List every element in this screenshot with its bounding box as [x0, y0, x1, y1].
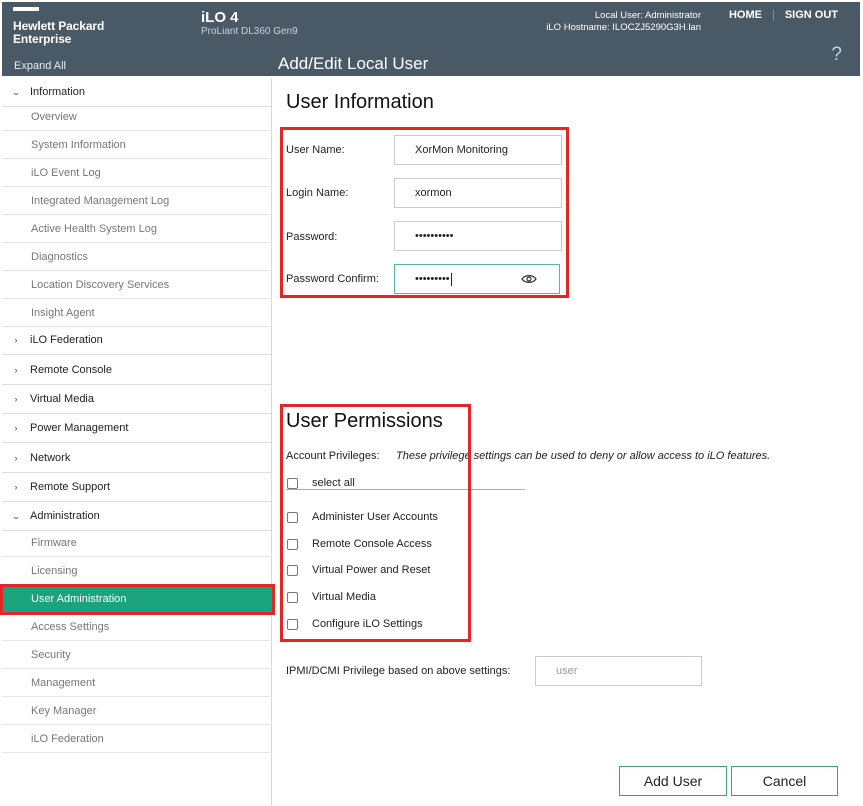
server-model: ProLiant DL360 Gen9	[201, 26, 298, 37]
password-confirm-label: Password Confirm:	[286, 273, 379, 285]
chevron-right-icon: ›	[14, 335, 18, 345]
expand-all-link[interactable]: Expand All	[14, 60, 66, 72]
nav-group-ilo-federation[interactable]: › iLO Federation	[2, 326, 272, 355]
cancel-button[interactable]: Cancel	[731, 766, 838, 796]
add-user-button[interactable]: Add User	[619, 766, 727, 796]
nav-item-insight-agent[interactable]: Insight Agent	[2, 299, 272, 327]
nav-item-ilo-federation-admin[interactable]: iLO Federation	[2, 725, 272, 753]
hpe-logo: Hewlett Packard Enterprise	[13, 19, 105, 46]
account-privileges-description: These privilege settings can be used to …	[396, 450, 771, 462]
chevron-right-icon: ›	[14, 453, 18, 463]
account-privileges-label: Account Privileges:	[286, 450, 380, 462]
checkbox[interactable]	[287, 511, 298, 523]
user-name-input[interactable]: XorMon Monitoring	[394, 135, 562, 165]
checkbox[interactable]	[287, 564, 298, 576]
perm-administer-user-accounts[interactable]: Administer User Accounts	[287, 511, 438, 523]
nav-item-firmware[interactable]: Firmware	[2, 529, 272, 557]
ipmi-privilege-field: user	[535, 656, 702, 686]
chevron-right-icon: ›	[14, 365, 18, 375]
chevron-down-icon: ⌄	[12, 86, 20, 97]
chevron-down-icon: ⌄	[12, 510, 20, 521]
perm-virtual-power-and-reset[interactable]: Virtual Power and Reset	[287, 564, 430, 576]
nav-group-power-management[interactable]: › Power Management	[2, 414, 272, 443]
session-info: Local User: Administrator iLO Hostname: …	[546, 10, 701, 34]
product-name: iLO 4	[201, 9, 239, 26]
login-name-input[interactable]: xormon	[394, 178, 562, 208]
ipmi-privilege-label: IPMI/DCMI Privilege based on above setti…	[286, 665, 511, 677]
select-all-checkbox-row[interactable]: select all	[287, 477, 355, 489]
eye-icon[interactable]	[521, 273, 537, 285]
nav-item-access-settings[interactable]: Access Settings	[2, 613, 272, 641]
select-all-divider	[286, 489, 525, 490]
user-name-label: User Name:	[286, 144, 345, 156]
password-label: Password:	[286, 231, 338, 243]
nav-group-administration[interactable]: ⌄ Administration	[2, 502, 272, 531]
perm-remote-console-access[interactable]: Remote Console Access	[287, 538, 432, 550]
highlight-user-permissions	[280, 404, 471, 642]
checkbox[interactable]	[287, 538, 298, 550]
help-icon[interactable]: ?	[831, 44, 842, 66]
perm-virtual-media[interactable]: Virtual Media	[287, 591, 376, 603]
nav-item-location-discovery-services[interactable]: Location Discovery Services	[2, 271, 272, 299]
nav-item-key-manager[interactable]: Key Manager	[2, 697, 272, 725]
nav-item-licensing[interactable]: Licensing	[2, 557, 272, 585]
nav-group-remote-support[interactable]: › Remote Support	[2, 473, 272, 502]
header: Hewlett Packard Enterprise iLO 4 ProLian…	[2, 2, 860, 76]
chevron-right-icon: ›	[14, 423, 18, 433]
page-title: Add/Edit Local User	[278, 54, 429, 73]
nav-group-virtual-media[interactable]: › Virtual Media	[2, 385, 272, 414]
nav-item-ilo-event-log[interactable]: iLO Event Log	[2, 159, 272, 187]
nav-group-remote-console[interactable]: › Remote Console	[2, 356, 272, 385]
sidebar: ⌄ Information Overview System Informatio…	[2, 78, 272, 806]
perm-configure-ilo-settings[interactable]: Configure iLO Settings	[287, 618, 423, 630]
nav-item-diagnostics[interactable]: Diagnostics	[2, 243, 272, 271]
checkbox[interactable]	[287, 591, 298, 603]
nav-item-security[interactable]: Security	[2, 641, 272, 669]
login-name-label: Login Name:	[286, 187, 349, 199]
home-link[interactable]: HOME	[729, 9, 762, 21]
nav-item-active-health-system-log[interactable]: Active Health System Log	[2, 215, 272, 243]
local-user: Local User: Administrator	[594, 10, 701, 21]
nav-separator: |	[771, 9, 775, 21]
nav-group-network[interactable]: › Network	[2, 444, 272, 473]
hpe-logo-mark	[13, 7, 39, 11]
chevron-right-icon: ›	[14, 482, 18, 492]
checkbox[interactable]	[287, 618, 298, 630]
sign-out-link[interactable]: SIGN OUT	[785, 9, 838, 21]
nav-item-system-information[interactable]: System Information	[2, 131, 272, 159]
hostname: iLO Hostname: ILOCZJ5290G3H.lan	[546, 22, 701, 33]
user-information-title: User Information	[286, 91, 434, 113]
nav-item-overview[interactable]: Overview	[2, 103, 272, 131]
nav-item-management[interactable]: Management	[2, 669, 272, 697]
nav-item-integrated-management-log[interactable]: Integrated Management Log	[2, 187, 272, 215]
password-input[interactable]: ••••••••••	[394, 221, 562, 251]
top-nav: HOME | SIGN OUT	[729, 9, 838, 21]
user-permissions-title: User Permissions	[286, 410, 443, 432]
nav-item-user-administration[interactable]: User Administration	[2, 585, 272, 613]
select-all-checkbox[interactable]	[287, 477, 298, 489]
chevron-right-icon: ›	[14, 394, 18, 404]
password-confirm-input[interactable]: •••••••••	[394, 264, 560, 294]
text-cursor	[450, 272, 452, 286]
